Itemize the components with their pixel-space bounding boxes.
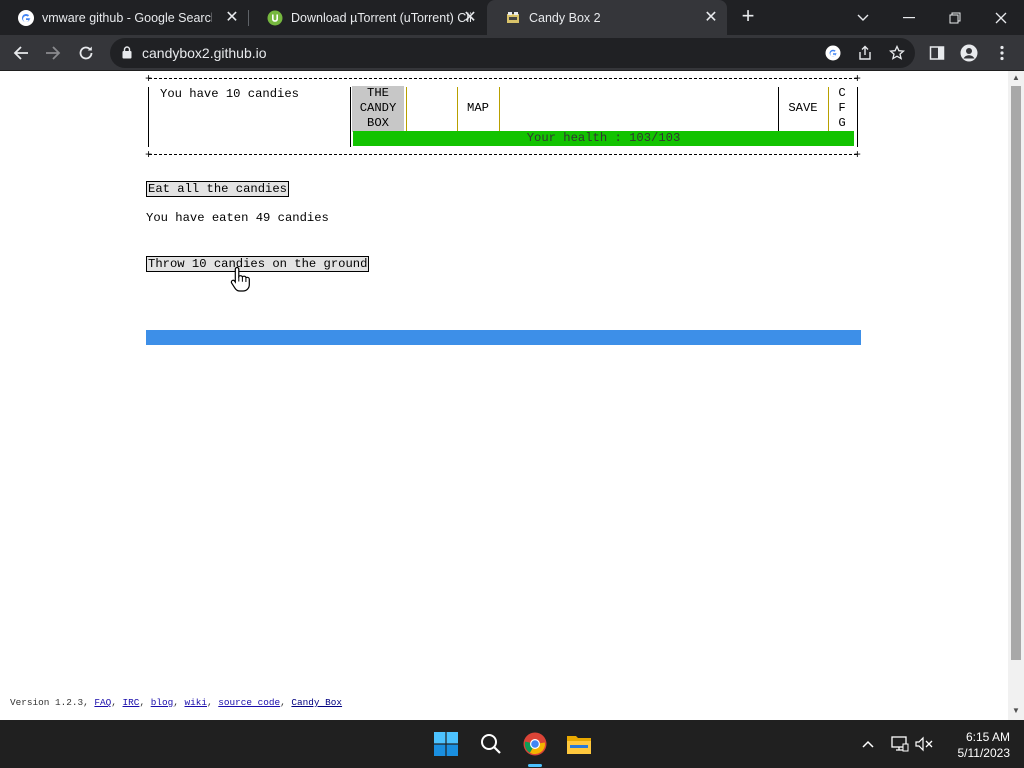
frame-corner: + xyxy=(145,148,153,162)
tab-candy-box[interactable]: Candy Box 2 ✕ xyxy=(487,0,727,35)
clock-date: 5/11/2023 xyxy=(957,746,1011,760)
eat-all-candies-button[interactable]: Eat all the candies xyxy=(146,181,289,197)
frame-right-border xyxy=(857,87,858,147)
tab-utorrent[interactable]: Download µTorrent (uTorrent) Cli ✕ xyxy=(249,0,486,35)
cfg-label-line: G xyxy=(838,116,846,130)
scrollbar-thumb[interactable] xyxy=(1011,86,1021,660)
address-bar[interactable]: candybox2.github.io xyxy=(110,38,915,68)
side-panel-icon[interactable] xyxy=(927,43,947,63)
clock-time: 6:15 AM xyxy=(965,730,1010,744)
tab-title: vmware github - Google Search xyxy=(42,10,212,25)
volume-muted-icon[interactable] xyxy=(914,734,934,754)
lock-icon[interactable] xyxy=(122,46,132,59)
forward-arrow-icon xyxy=(46,46,61,60)
tab-title: Download µTorrent (uTorrent) Cli xyxy=(291,10,471,25)
candy-progress-bar xyxy=(146,330,861,345)
frame-top-border xyxy=(149,78,857,79)
config-tab-button[interactable]: C F G xyxy=(834,86,850,131)
source-code-link[interactable]: source code xyxy=(218,697,280,708)
file-explorer-icon[interactable] xyxy=(563,728,595,760)
tray-overflow-chevron-icon[interactable] xyxy=(858,734,878,754)
faq-link[interactable]: FAQ xyxy=(94,697,111,708)
version-text: Version 1.2.3, xyxy=(10,697,95,708)
browser-tab-bar: vmware github - Google Search ✕ Download… xyxy=(0,0,1024,35)
page-content: + + + + You have 10 candies THE CANDY BO… xyxy=(0,71,1008,720)
windows-start-icon[interactable] xyxy=(430,728,462,760)
new-tab-button[interactable]: + xyxy=(737,5,759,28)
frame-corner: + xyxy=(853,72,861,86)
back-arrow-icon xyxy=(13,46,28,60)
minimize-button[interactable] xyxy=(886,0,932,35)
profile-icon[interactable] xyxy=(959,43,979,63)
scroll-down-icon[interactable]: ▼ xyxy=(1012,707,1020,715)
blog-link[interactable]: blog xyxy=(151,697,174,708)
scroll-up-icon[interactable]: ▲ xyxy=(1012,74,1020,82)
candy-count-text: You have 10 candies xyxy=(160,87,299,101)
candy-box-label-line: CANDY xyxy=(359,101,397,115)
menu-kebab-icon[interactable] xyxy=(992,43,1012,63)
restore-button[interactable] xyxy=(932,0,978,35)
bookmark-star-icon[interactable] xyxy=(888,44,906,62)
candies-eaten-text: You have eaten 49 candies xyxy=(146,211,329,225)
reload-button[interactable] xyxy=(73,40,99,66)
menu-separator xyxy=(406,87,407,131)
frame-corner: + xyxy=(853,148,861,162)
menu-separator xyxy=(778,87,779,131)
reload-icon xyxy=(79,46,93,60)
close-window-button[interactable] xyxy=(978,0,1024,35)
game-status-frame: + + + + You have 10 candies THE CANDY BO… xyxy=(145,73,861,161)
url-text[interactable]: candybox2.github.io xyxy=(142,45,267,61)
candy-box-label-line: THE xyxy=(367,86,389,100)
google-icon xyxy=(18,9,34,26)
windows-taskbar: 6:15 AM 5/11/2023 xyxy=(0,720,1024,768)
chrome-icon[interactable] xyxy=(519,728,551,760)
page-footer: Version 1.2.3, FAQ, IRC, blog, wiki, sou… xyxy=(10,697,343,708)
google-lens-icon[interactable] xyxy=(824,44,842,62)
menu-separator xyxy=(499,87,500,131)
cfg-label-line: C xyxy=(838,86,846,100)
forward-button[interactable] xyxy=(40,40,66,66)
tab-search-chevron-icon[interactable] xyxy=(840,0,886,35)
tab-close-icon[interactable]: ✕ xyxy=(462,10,478,26)
search-icon[interactable] xyxy=(475,728,507,760)
throw-candies-button[interactable]: Throw 10 candies on the ground xyxy=(146,256,370,272)
share-icon[interactable] xyxy=(856,44,874,62)
network-icon[interactable] xyxy=(890,734,910,754)
wiki-link[interactable]: wiki xyxy=(184,697,207,708)
system-clock[interactable]: 6:15 AM 5/11/2023 xyxy=(944,729,1011,761)
utorrent-icon xyxy=(267,10,283,25)
cfg-label-line: F xyxy=(838,101,846,115)
candy-box-link[interactable]: Candy Box xyxy=(291,697,342,708)
tab-google-search[interactable]: vmware github - Google Search ✕ xyxy=(0,0,248,35)
candybox-icon xyxy=(507,11,519,23)
tab-close-icon[interactable]: ✕ xyxy=(703,10,719,26)
health-bar: Your health : 103/103 xyxy=(353,131,854,146)
menu-separator xyxy=(828,87,829,131)
map-tab-button[interactable]: MAP xyxy=(458,101,498,115)
browser-toolbar: candybox2.github.io xyxy=(0,35,1024,71)
page-scrollbar[interactable]: ▲ ▼ xyxy=(1008,71,1024,720)
frame-left-border xyxy=(148,87,149,147)
candy-box-label-line: BOX xyxy=(367,116,389,130)
candy-box-tab-button[interactable]: THE CANDY BOX xyxy=(352,86,404,132)
save-tab-button[interactable]: SAVE xyxy=(782,101,824,115)
frame-corner: + xyxy=(145,72,153,86)
frame-bottom-border xyxy=(149,154,857,155)
tab-title: Candy Box 2 xyxy=(529,10,601,25)
menu-separator xyxy=(350,87,351,147)
irc-link[interactable]: IRC xyxy=(123,697,140,708)
running-app-indicator xyxy=(528,764,542,767)
tab-close-icon[interactable]: ✕ xyxy=(224,10,240,26)
hand-cursor-icon xyxy=(230,266,250,292)
back-button[interactable] xyxy=(8,40,34,66)
